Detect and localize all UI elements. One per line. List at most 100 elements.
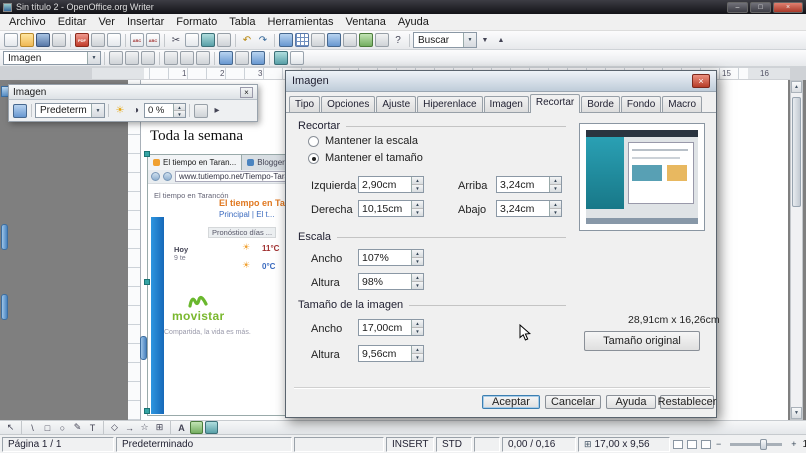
wrap-off-icon[interactable] xyxy=(109,51,123,65)
spin-down-icon[interactable]: ▼ xyxy=(412,257,423,265)
reset-button[interactable]: Restablecer xyxy=(658,395,716,409)
dialog-titlebar[interactable]: Imagen × xyxy=(286,71,716,92)
accept-button[interactable]: Aceptar xyxy=(482,395,540,409)
scroll-down-icon[interactable]: ▼ xyxy=(791,407,802,419)
save-icon[interactable] xyxy=(36,33,50,47)
menu-formato[interactable]: Formato xyxy=(170,14,223,30)
chevron-down-icon[interactable]: ▼ xyxy=(91,104,104,117)
scroll-up-icon[interactable]: ▲ xyxy=(791,81,802,93)
email-icon[interactable] xyxy=(52,33,66,47)
brightness-icon[interactable]: ☀ xyxy=(113,104,127,118)
redo-icon[interactable]: ↷ xyxy=(256,33,270,47)
selection-handle[interactable] xyxy=(144,279,150,285)
crop-right-input[interactable]: 10,15cm ▲ ▼ xyxy=(358,200,424,217)
align-right-icon[interactable] xyxy=(196,51,210,65)
line-style-icon[interactable] xyxy=(235,51,249,65)
spin-down-icon[interactable]: ▼ xyxy=(550,208,561,216)
print-icon[interactable] xyxy=(91,33,105,47)
hyperlink-icon[interactable] xyxy=(279,33,293,47)
undo-icon[interactable]: ↶ xyxy=(240,33,254,47)
paste-icon[interactable] xyxy=(201,33,215,47)
frame-properties-icon[interactable] xyxy=(290,51,304,65)
scale-width-input[interactable]: 107% ▲ ▼ xyxy=(358,249,424,266)
maximize-button[interactable]: □ xyxy=(750,1,771,13)
spin-up-icon[interactable]: ▲ xyxy=(412,201,423,208)
chevron-down-icon[interactable]: ▼ xyxy=(87,52,100,64)
keep-scale-radio[interactable]: Mantener la escala xyxy=(308,135,418,147)
select-arrow-icon[interactable]: ↖ xyxy=(4,421,17,434)
spin-up-icon[interactable]: ▲ xyxy=(550,177,561,184)
block-arrows-icon[interactable]: → xyxy=(123,421,136,434)
menu-tabla[interactable]: Tabla xyxy=(223,14,261,30)
stars-icon[interactable]: ☆ xyxy=(138,421,151,434)
document-heading[interactable]: Toda la semana xyxy=(150,128,243,145)
view-multi-icon[interactable] xyxy=(687,439,697,449)
close-button[interactable]: × xyxy=(773,1,803,13)
find-previous-icon[interactable]: ▲ xyxy=(494,33,508,47)
view-book-icon[interactable] xyxy=(701,439,711,449)
minimize-button[interactable]: – xyxy=(727,1,748,13)
vertical-scrollbar[interactable]: ▲ ▼ xyxy=(790,80,803,420)
chevron-down-icon[interactable]: ▼ xyxy=(463,33,476,47)
image-from-file-icon[interactable] xyxy=(13,103,27,118)
tab-hiperenlace[interactable]: Hiperenlace xyxy=(417,96,483,113)
cancel-button[interactable]: Cancelar xyxy=(545,395,601,409)
spin-up-icon[interactable]: ▲ xyxy=(412,177,423,184)
more-tools-icon[interactable]: ▸ xyxy=(210,104,224,118)
spin-up-icon[interactable]: ▲ xyxy=(550,201,561,208)
basic-shapes-icon[interactable]: ◇ xyxy=(108,421,121,434)
menu-ventana[interactable]: Ventana xyxy=(340,14,392,30)
zoom-slider[interactable] xyxy=(730,438,783,450)
tab-tipo[interactable]: Tipo xyxy=(289,96,321,113)
copy-icon[interactable] xyxy=(185,33,199,47)
menu-ver[interactable]: Ver xyxy=(92,14,121,30)
scrollbar-thumb[interactable] xyxy=(792,97,801,207)
scale-height-input[interactable]: 98% ▲ ▼ xyxy=(358,273,424,290)
draw-functions-icon[interactable] xyxy=(311,33,325,47)
navigator-icon[interactable] xyxy=(343,33,357,47)
spin-down-icon[interactable]: ▼ xyxy=(412,353,423,361)
spin-down-icon[interactable]: ▼ xyxy=(412,281,423,289)
keep-size-radio[interactable]: Mantener el tamaño xyxy=(308,152,423,164)
table-icon[interactable] xyxy=(295,33,309,47)
spin-down-icon[interactable]: ▼ xyxy=(174,110,185,117)
spin-up-icon[interactable]: ▲ xyxy=(412,274,423,281)
size-height-input[interactable]: 9,56cm ▲ ▼ xyxy=(358,345,424,362)
background-color-icon[interactable] xyxy=(251,51,265,65)
style-select[interactable]: Imagen ▼ xyxy=(3,51,101,65)
flip-horizontal-icon[interactable] xyxy=(194,103,208,118)
tab-recortar[interactable]: Recortar xyxy=(529,94,581,113)
contrast-icon[interactable]: ◑ xyxy=(129,104,143,118)
find-next-icon[interactable]: ▼ xyxy=(478,33,492,47)
spin-down-icon[interactable]: ▼ xyxy=(412,184,423,192)
crop-top-input[interactable]: 3,24cm ▲ ▼ xyxy=(496,176,562,193)
page-preview-icon[interactable] xyxy=(107,33,121,47)
tab-opciones[interactable]: Opciones xyxy=(321,96,376,113)
menu-editar[interactable]: Editar xyxy=(52,14,93,30)
new-document-icon[interactable] xyxy=(4,33,18,47)
spellcheck-icon[interactable]: ABC xyxy=(130,33,144,47)
borders-icon[interactable] xyxy=(219,51,233,65)
image-panel-titlebar[interactable]: Imagen × xyxy=(9,85,257,100)
status-page[interactable]: Página 1 / 1 xyxy=(2,436,114,452)
freeform-tool-icon[interactable]: ✎ xyxy=(71,421,84,434)
wrap-through-icon[interactable] xyxy=(141,51,155,65)
selection-handle[interactable] xyxy=(144,408,150,414)
crop-icon[interactable] xyxy=(274,51,288,65)
status-page-style[interactable]: Predeterminado xyxy=(116,436,292,452)
filter-select[interactable]: Predeterm ▼ xyxy=(35,103,105,118)
align-left-icon[interactable] xyxy=(164,51,178,65)
tab-macro[interactable]: Macro xyxy=(662,96,703,113)
help-icon[interactable]: ? xyxy=(391,33,405,47)
status-insert-mode[interactable]: INSERT xyxy=(386,436,434,452)
tab-ajuste[interactable]: Ajuste xyxy=(376,96,417,113)
open-icon[interactable] xyxy=(20,33,34,47)
flowchart-icon[interactable]: ⊞ xyxy=(153,421,166,434)
vertical-ruler[interactable] xyxy=(128,80,141,420)
zoom-icon[interactable] xyxy=(375,33,389,47)
rectangle-tool-icon[interactable]: □ xyxy=(41,421,54,434)
spin-down-icon[interactable]: ▼ xyxy=(412,327,423,335)
zoom-slider-thumb[interactable] xyxy=(760,438,768,450)
size-width-input[interactable]: 17,00cm ▲ ▼ xyxy=(358,319,424,336)
find-replace-icon[interactable] xyxy=(327,33,341,47)
